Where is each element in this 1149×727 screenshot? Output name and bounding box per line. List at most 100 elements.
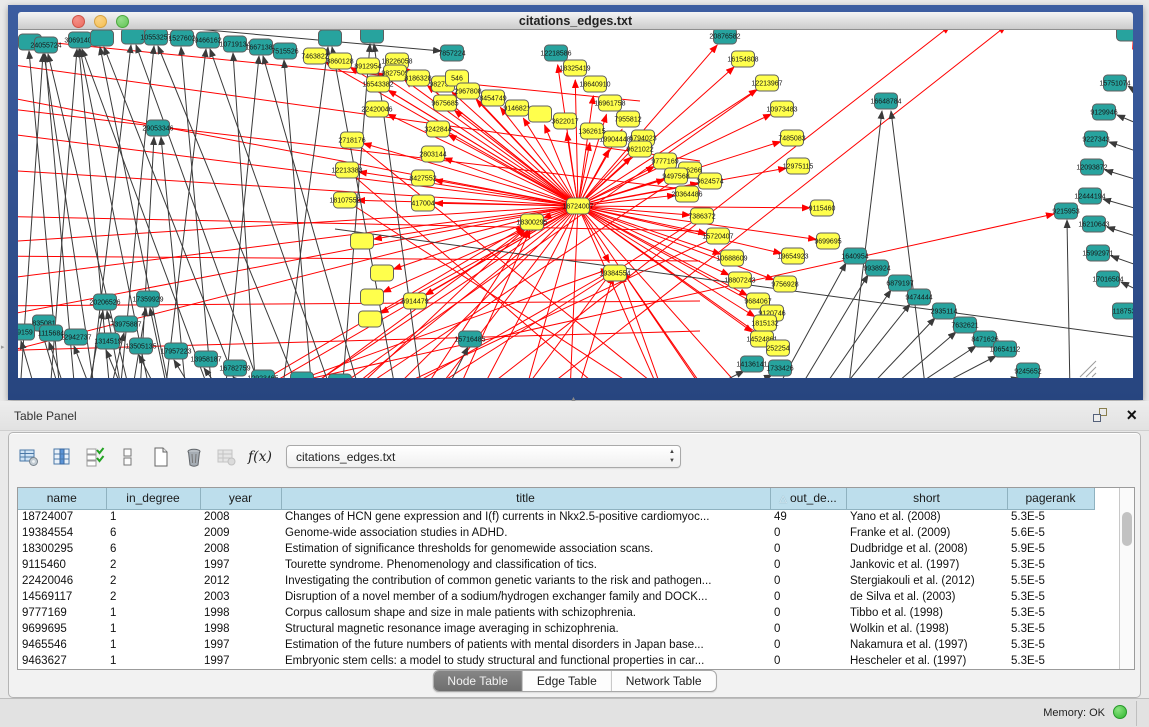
graph-node[interactable]: 9245652 xyxy=(1014,363,1041,378)
table-cell[interactable]: 5.3E-5 xyxy=(1007,637,1094,653)
graph-node[interactable]: 8186328 xyxy=(404,70,431,86)
graph-node[interactable]: 3622017 xyxy=(551,113,578,129)
graph-edge[interactable] xyxy=(342,44,370,378)
tab-network-table[interactable]: Network Table xyxy=(611,671,716,691)
table-cell[interactable]: 18300295 xyxy=(18,541,106,557)
table-cell[interactable]: Estimation of the future numbers of pati… xyxy=(281,637,770,653)
graph-edge[interactable] xyxy=(18,131,578,206)
table-cell[interactable]: 1 xyxy=(106,621,200,637)
graph-edge[interactable] xyxy=(1092,373,1096,377)
graph-node[interactable]: 9146821 xyxy=(503,100,530,116)
graph-edge[interactable] xyxy=(523,118,573,199)
graph-edge[interactable] xyxy=(1121,282,1133,295)
graph-edge[interactable] xyxy=(1111,256,1133,269)
table-cell[interactable]: 0 xyxy=(770,541,846,557)
table-cell[interactable]: Corpus callosum shape and size in male p… xyxy=(281,605,770,621)
graph-edge[interactable] xyxy=(848,111,882,378)
graph-node[interactable]: 17359929 xyxy=(132,291,163,307)
graph-node[interactable]: 10553257 xyxy=(140,30,171,45)
table-row[interactable]: 946554611997Estimation of the future num… xyxy=(18,637,1094,653)
table-cell[interactable]: 22420046 xyxy=(18,573,106,589)
graph-node[interactable] xyxy=(361,289,384,305)
float-panel-icon[interactable] xyxy=(1093,408,1109,424)
graph-edge[interactable] xyxy=(1086,367,1096,377)
graph-edge[interactable] xyxy=(282,47,328,378)
table-cell[interactable]: 1997 xyxy=(200,557,281,573)
table-cell[interactable]: 0 xyxy=(770,621,846,637)
table-row[interactable]: 977716911998Corpus callosum shape and si… xyxy=(18,605,1094,621)
graph-node[interactable]: 12923465 xyxy=(247,370,278,378)
table-cell[interactable]: 5.3E-5 xyxy=(1007,589,1094,605)
graph-node[interactable]: 9756928 xyxy=(771,276,798,292)
table-cell[interactable]: 5.6E-5 xyxy=(1007,525,1094,541)
graph-node[interactable]: 12093872 xyxy=(1076,159,1107,175)
graph-node[interactable]: 19384554 xyxy=(599,265,630,281)
graph-node[interactable]: 39159 xyxy=(18,324,35,340)
graph-node[interactable]: 9675685 xyxy=(431,95,458,111)
graph-node[interactable]: 7515526 xyxy=(271,43,298,59)
graph-node[interactable]: 1314519 xyxy=(94,333,121,349)
table-cell[interactable]: 9777169 xyxy=(18,605,106,621)
graph-node[interactable]: 24055724 xyxy=(30,37,61,53)
delete-column-button[interactable] xyxy=(180,444,208,470)
graph-edge[interactable] xyxy=(18,169,578,206)
table-cell[interactable]: Hescheler et al. (1997) xyxy=(846,653,1007,669)
graph-node[interactable]: 9777169 xyxy=(651,153,678,169)
graph-node[interactable]: 15751074 xyxy=(1099,75,1130,91)
table-cell[interactable]: Franke et al. (2009) xyxy=(846,525,1007,541)
graph-node[interactable]: 7632621 xyxy=(951,317,978,333)
graph-edge[interactable] xyxy=(579,143,589,198)
graph-node[interactable]: 3624574 xyxy=(696,173,723,189)
graph-node[interactable]: 12213967 xyxy=(751,75,782,91)
table-cell[interactable]: Nakamura et al. (1997) xyxy=(846,637,1007,653)
graph-node[interactable]: 417004 xyxy=(411,195,434,211)
graph-node[interactable]: 1527602 xyxy=(168,30,195,46)
table-cell[interactable]: 0 xyxy=(770,605,846,621)
graph-edge[interactable] xyxy=(74,346,92,378)
graph-edge[interactable] xyxy=(284,60,312,378)
graph-node[interactable]: 2967808 xyxy=(454,83,481,99)
table-scrollbar-thumb[interactable] xyxy=(1122,512,1132,546)
graph-node[interactable]: 13958187 xyxy=(190,351,221,367)
graph-edge[interactable] xyxy=(210,49,332,378)
graph-node[interactable]: 13505135 xyxy=(125,338,156,354)
graph-node[interactable]: 12444194 xyxy=(1074,188,1105,204)
graph-node[interactable]: 9699695 xyxy=(814,233,841,249)
graph-edge[interactable] xyxy=(1128,86,1133,99)
table-cell[interactable]: Tourette syndrome. Phenomenology and cla… xyxy=(281,557,770,573)
graph-node[interactable]: 3242844 xyxy=(424,121,451,137)
graph-node[interactable]: 2718176 xyxy=(338,132,365,148)
graph-node[interactable]: 29053346 xyxy=(142,120,173,136)
graph-node[interactable]: 8860128 xyxy=(326,53,353,69)
graph-node[interactable]: 8912954 xyxy=(354,58,381,74)
table-cell[interactable]: 9465546 xyxy=(18,637,106,653)
graph-node[interactable]: 12213383 xyxy=(331,162,362,178)
show-columns-button[interactable] xyxy=(48,444,76,470)
column-header-short[interactable]: short xyxy=(846,488,1007,509)
graph-node[interactable]: 10688609 xyxy=(716,250,747,266)
close-panel-icon[interactable]: × xyxy=(1126,404,1137,426)
graph-node[interactable]: 16154808 xyxy=(727,51,758,67)
graph-node[interactable]: 18107552 xyxy=(329,192,360,208)
table-cell[interactable]: 1998 xyxy=(200,605,281,621)
graph-edge[interactable] xyxy=(797,275,868,378)
graph-node[interactable] xyxy=(361,30,384,43)
create-column-button[interactable] xyxy=(147,444,175,470)
graph-node[interactable]: 118753 xyxy=(1113,303,1134,319)
graph-node[interactable]: 10973483 xyxy=(766,101,797,117)
graph-edge[interactable] xyxy=(577,276,613,378)
table-cell[interactable]: 1 xyxy=(106,637,200,653)
graph-node[interactable]: 12942737 xyxy=(60,329,91,345)
graph-edge[interactable] xyxy=(1117,115,1133,128)
graph-node[interactable]: 20364486 xyxy=(671,186,702,202)
table-row[interactable]: 1872400712008Changes of HCN gene express… xyxy=(18,509,1094,525)
table-cell[interactable]: 2003 xyxy=(200,589,281,605)
graph-node[interactable]: 22420046 xyxy=(361,101,392,117)
table-cell[interactable]: 0 xyxy=(770,589,846,605)
graph-node[interactable]: 6879197 xyxy=(886,275,913,291)
graph-edge[interactable] xyxy=(1105,170,1133,183)
graph-node[interactable]: 9497568 xyxy=(662,168,689,184)
graph-node[interactable]: 9215953 xyxy=(1052,203,1079,219)
tab-node-table[interactable]: Node Table xyxy=(433,671,522,691)
table-cell[interactable]: 6 xyxy=(106,541,200,557)
